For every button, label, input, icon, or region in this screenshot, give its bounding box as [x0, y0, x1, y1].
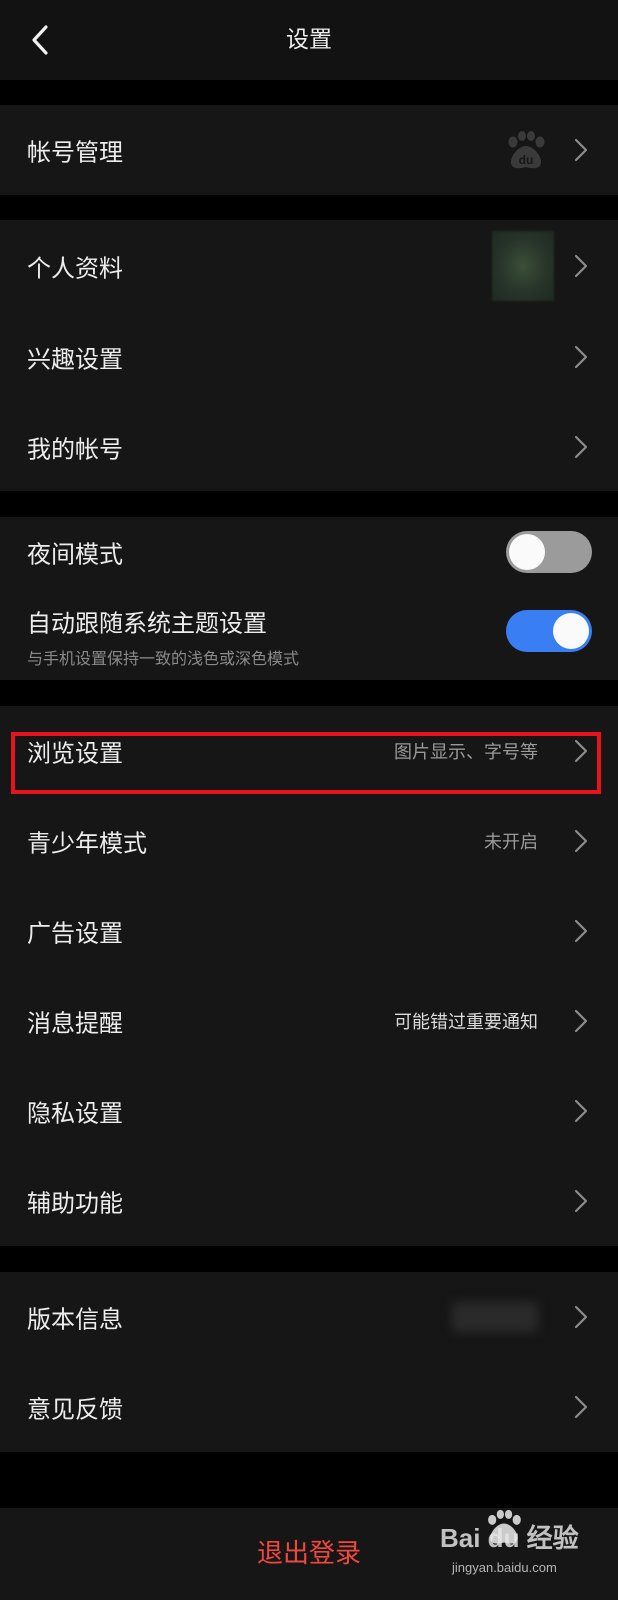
accessibility-row[interactable]: 辅助功能	[0, 1156, 618, 1246]
youth-mode-value: 未开启	[484, 832, 538, 853]
profile-group: 个人资料 兴趣设置 我的帐号	[0, 220, 618, 491]
my-account-label: 我的帐号	[27, 435, 123, 463]
ad-settings-label: 广告设置	[27, 919, 123, 948]
interest-settings-label: 兴趣设置	[27, 345, 123, 374]
chevron-right-icon	[574, 435, 588, 458]
chevron-right-icon	[574, 254, 588, 278]
chevron-right-icon	[574, 1189, 588, 1213]
follow-system-theme-toggle[interactable]	[506, 610, 592, 652]
youth-mode-row[interactable]: 青少年模式 未开启	[0, 796, 618, 886]
message-reminder-row[interactable]: 消息提醒 可能错过重要通知	[0, 976, 618, 1066]
version-info-label: 版本信息	[27, 1305, 123, 1334]
ad-settings-row[interactable]: 广告设置	[0, 886, 618, 976]
privacy-settings-row[interactable]: 隐私设置	[0, 1066, 618, 1156]
highlight-box	[11, 732, 601, 794]
toggle-knob	[509, 534, 545, 570]
chevron-right-icon	[574, 138, 588, 162]
baidu-paw-logo-icon: du	[508, 131, 545, 169]
display-group: 夜间模式 自动跟随系统主题设置 与手机设置保持一致的浅色或深色模式	[0, 517, 618, 680]
chevron-right-icon	[574, 1099, 588, 1123]
message-reminder-label: 消息提醒	[27, 1009, 123, 1038]
message-reminder-value: 可能错过重要通知	[394, 1012, 538, 1033]
night-mode-toggle[interactable]	[506, 531, 592, 573]
feedback-row[interactable]: 意见反馈	[0, 1362, 618, 1452]
version-number-blurred	[452, 1302, 538, 1332]
interest-settings-row[interactable]: 兴趣设置	[0, 312, 618, 402]
chevron-right-icon	[574, 1395, 588, 1419]
page-title: 设置	[286, 27, 332, 53]
follow-system-theme-label: 自动跟随系统主题设置	[27, 609, 267, 638]
avatar	[492, 231, 554, 301]
follow-system-theme-row: 自动跟随系统主题设置 与手机设置保持一致的浅色或深色模式	[0, 587, 618, 680]
watermark-url: jingyan.baidu.com	[452, 1560, 557, 1575]
baidu-jingyan-watermark: Bai du 经验 jingyan.baidu.com	[440, 1508, 592, 1588]
watermark-text: Bai du 经验	[440, 1523, 579, 1553]
accessibility-label: 辅助功能	[27, 1189, 123, 1218]
svg-text:du: du	[519, 153, 534, 167]
chevron-right-icon	[574, 1009, 588, 1033]
feedback-label: 意见反馈	[27, 1395, 123, 1424]
chevron-right-icon	[574, 345, 588, 369]
privacy-settings-label: 隐私设置	[27, 1099, 123, 1128]
version-info-row[interactable]: 版本信息	[0, 1272, 618, 1362]
account-management-row[interactable]: 帐号管理 du	[0, 105, 618, 195]
night-mode-label: 夜间模式	[27, 540, 123, 569]
follow-system-theme-description: 与手机设置保持一致的浅色或深色模式	[27, 649, 300, 668]
chevron-right-icon	[574, 829, 588, 853]
account-management-label: 帐号管理	[27, 138, 123, 167]
account-group: 帐号管理 du	[0, 105, 618, 195]
chevron-right-icon	[574, 919, 588, 943]
personal-info-label: 个人资料	[27, 254, 123, 283]
night-mode-row: 夜间模式	[0, 517, 618, 587]
youth-mode-label: 青少年模式	[27, 829, 147, 858]
navigation-bar: 设置	[0, 0, 618, 80]
my-account-row[interactable]: 我的帐号	[0, 402, 618, 491]
about-group: 版本信息 意见反馈	[0, 1272, 618, 1452]
toggle-knob	[553, 613, 589, 649]
chevron-right-icon	[574, 1305, 588, 1329]
personal-info-row[interactable]: 个人资料	[0, 220, 618, 312]
